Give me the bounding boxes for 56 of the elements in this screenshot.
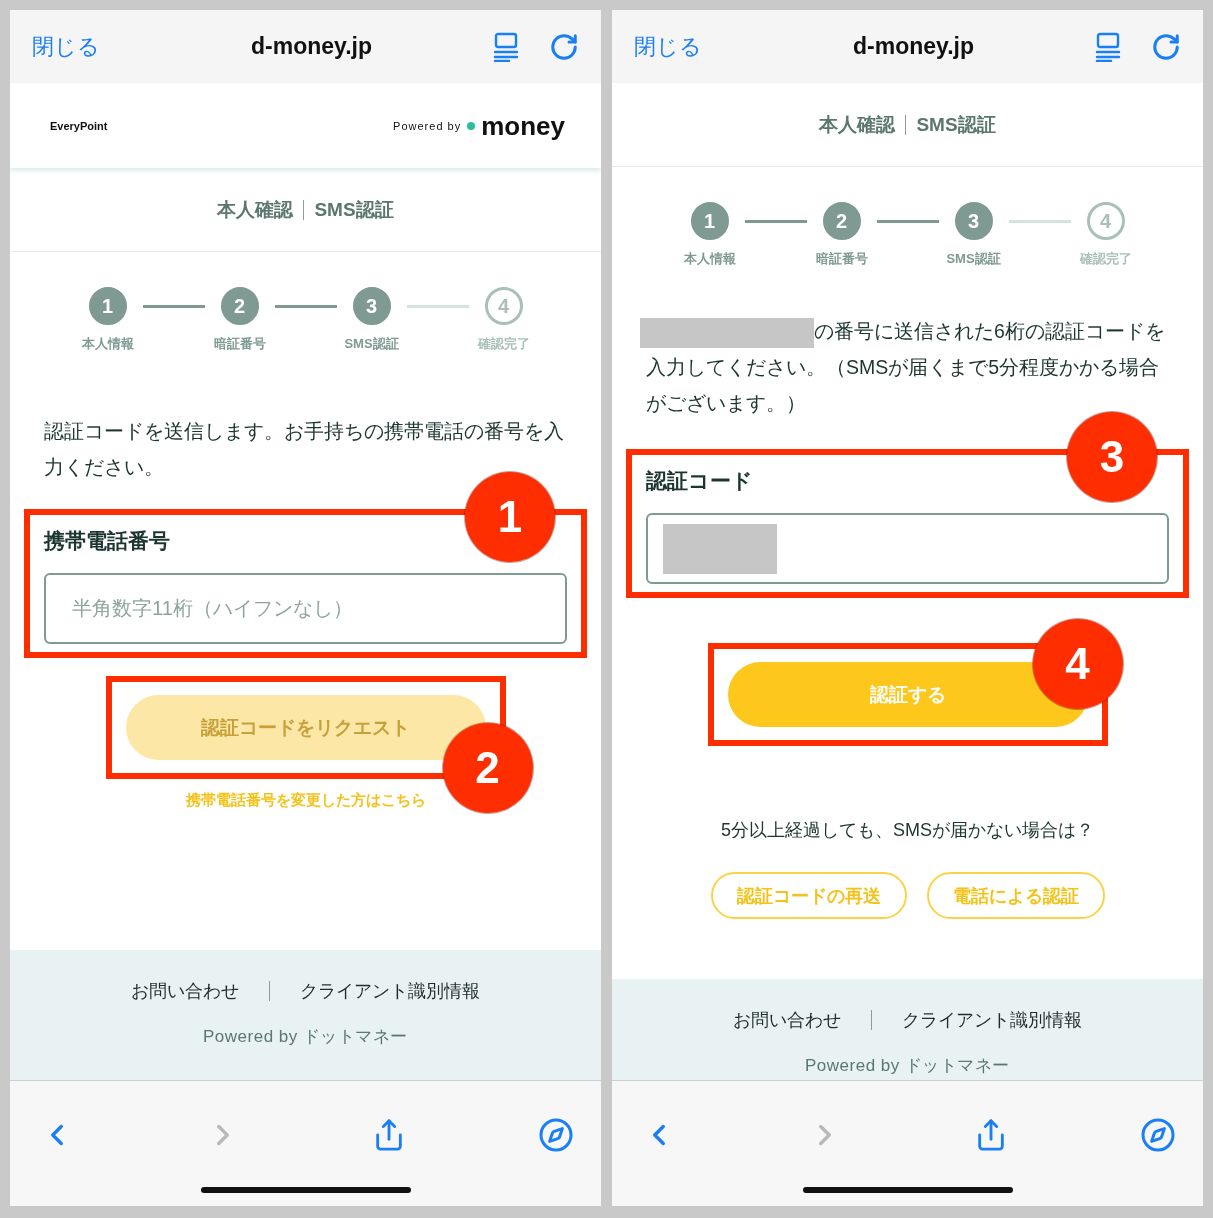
step-badge: 3 [1067,412,1157,502]
step-label: SMS認証 [344,335,399,353]
step-number: 1 [690,202,729,240]
step-connector [406,305,469,308]
help-question: 5分以上経過しても、SMSが届かない場合は？ [721,819,1094,842]
reload-icon[interactable] [549,31,579,62]
step-label: SMS認証 [946,250,1001,268]
tabs-icon[interactable] [493,31,519,62]
compass-icon[interactable] [1140,1117,1176,1153]
footer-link[interactable]: お問い合わせ [733,1008,841,1032]
step-connector [142,305,205,308]
step-badge: 2 [442,723,533,813]
field-label: 携帯電話番号 [44,528,171,554]
powered-by-text: Powered by [393,119,462,132]
footer-link[interactable]: クライアント識別情報 [902,1008,1082,1032]
step-label: 暗証番号 [213,335,266,353]
step-number: 2 [822,202,861,240]
powered-by-text: Powered by ドットマネー [203,1026,408,1048]
close-link[interactable]: 閉じる [32,31,100,62]
reload-icon[interactable] [1151,31,1181,62]
step-label: 確認完了 [1079,250,1132,268]
page-title: 本人確認 [819,112,896,137]
instruction-text: の番号に送信された6桁の認証コードを入力してください。（SMSが届くまで5分程度かかる場合がございます。） [646,320,1165,414]
page-domain: d-money.jp [852,33,975,60]
code-field[interactable] [646,513,1169,584]
step-connector [876,220,939,223]
step-label: 確認完了 [477,335,530,353]
page-domain: d-money.jp [250,33,373,60]
step-number: 2 [220,287,259,325]
phone-field[interactable]: 半角数字11桁（ハイフンなし） [44,573,567,644]
step-connector [274,305,337,308]
step-connector [744,220,807,223]
powered-by-text: Powered by ドットマネー [805,1055,1010,1077]
step-connector [1008,220,1071,223]
footer-link[interactable]: クライアント識別情報 [300,979,480,1003]
step-label: 本人情報 [81,335,134,353]
field-label: 認証コード [646,468,754,494]
step-badge: 1 [465,472,555,562]
compass-icon[interactable] [538,1117,574,1153]
site-logo: EveryPoint [50,119,108,132]
step-number: 3 [352,287,391,325]
step-number: 1 [88,287,127,325]
step-badge: 4 [1032,619,1123,709]
step-label: 本人情報 [683,250,736,268]
provider-logo: money [481,112,565,139]
footer-link[interactable]: お問い合わせ [131,979,239,1003]
page-subtitle: SMS認証 [916,112,996,137]
close-link[interactable]: 閉じる [634,31,702,62]
step-number: 3 [954,202,993,240]
step-number: 4 [1086,202,1125,240]
page-title: 本人確認 [217,197,294,222]
step-number: 4 [484,287,523,325]
logo-dot-icon [467,121,476,130]
tabs-icon[interactable] [1095,31,1121,62]
page-subtitle: SMS認証 [314,197,394,222]
step-label: 暗証番号 [815,250,868,268]
